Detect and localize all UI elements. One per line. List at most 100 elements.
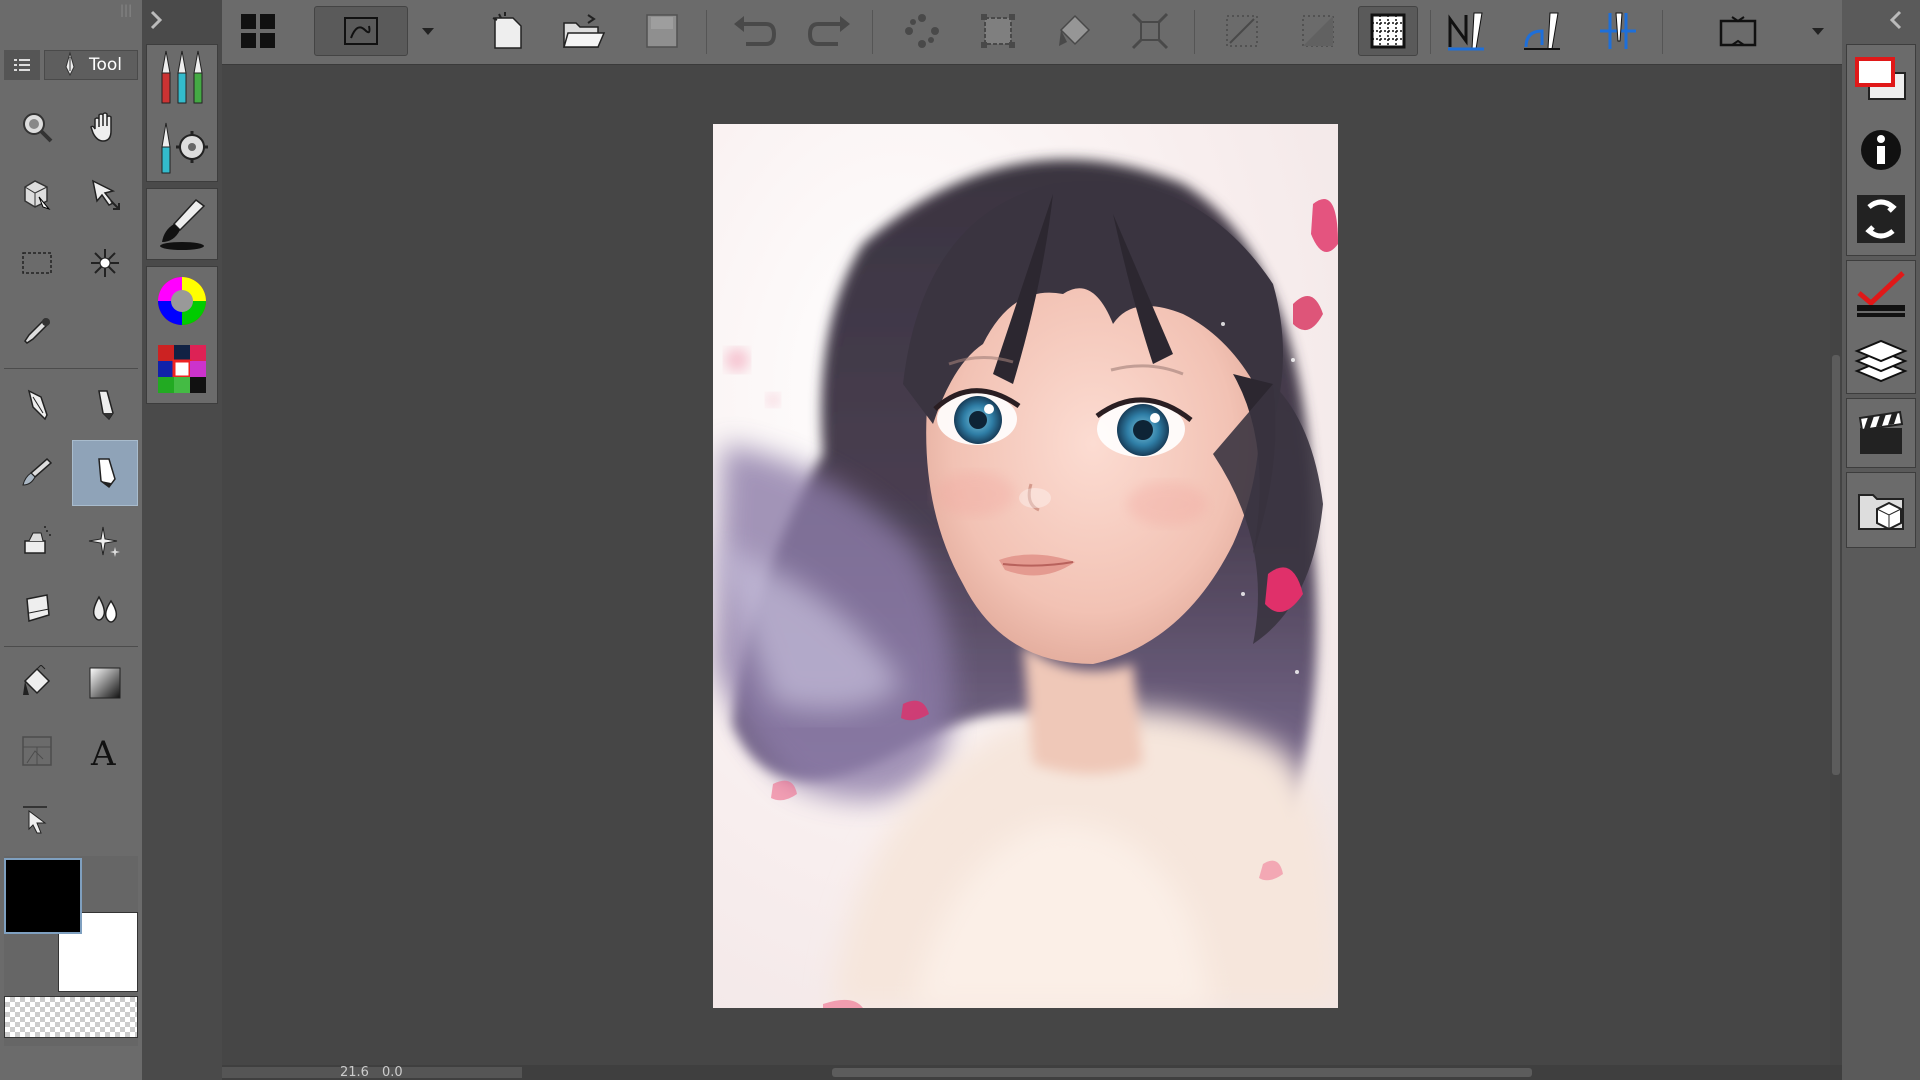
canvas-view-icon: [344, 17, 378, 45]
eyedropper-icon: [24, 317, 51, 344]
horizontal-scrollbar[interactable]: 21.6 0.0: [222, 1065, 1842, 1080]
tool-tab[interactable]: Tool: [44, 50, 138, 80]
save-icon: [646, 14, 678, 48]
animation-panel-button[interactable]: [1846, 398, 1916, 468]
layer-panel-group[interactable]: [1846, 260, 1916, 394]
redo-button[interactable]: [800, 6, 860, 56]
fullscreen-button[interactable]: [1708, 6, 1768, 56]
object-icon: [24, 180, 51, 211]
move-layer-tool[interactable]: [74, 164, 136, 226]
layers-icon: [1854, 339, 1908, 383]
marquee-tool[interactable]: [6, 232, 68, 294]
fit-icon: [1131, 12, 1169, 50]
pens-icon: [161, 50, 203, 104]
expand-left-button[interactable]: [146, 8, 166, 32]
gradient-icon: [89, 667, 121, 699]
diagonal-fill-icon: [1302, 15, 1334, 47]
svg-text:A: A: [90, 734, 116, 769]
caret-down-icon: [422, 28, 434, 35]
auto-select-tool[interactable]: [74, 232, 136, 294]
fill-selection-button[interactable]: [1044, 6, 1104, 56]
hand-tool[interactable]: [74, 96, 136, 158]
eyedropper-tool[interactable]: [6, 300, 68, 362]
fit-selection-button[interactable]: [1120, 6, 1180, 56]
palette-grip[interactable]: |||: [4, 4, 138, 16]
magic-wand-icon: [91, 249, 119, 277]
rotation-readout: 0.0: [382, 1065, 403, 1080]
grid-toggle-button[interactable]: [1358, 6, 1418, 56]
collapse-right-button[interactable]: [1886, 8, 1906, 32]
marker-icon: [98, 458, 116, 489]
snap-to-special-ruler-button[interactable]: [1512, 6, 1572, 56]
gradient-tool[interactable]: [74, 652, 136, 714]
command-bar: [222, 0, 1842, 65]
horizontal-scroll-thumb[interactable]: [832, 1068, 1532, 1077]
pen-tool[interactable]: [6, 374, 68, 436]
snap-to-ruler-button[interactable]: [1436, 6, 1496, 56]
marquee-icon: [22, 252, 52, 274]
bucket-fill-icon: [1059, 14, 1091, 46]
canvas-window-button[interactable]: [314, 6, 408, 56]
object-tool[interactable]: [6, 164, 68, 226]
fullscreen-icon: [1719, 16, 1757, 47]
transparent-color-swatch[interactable]: [4, 996, 138, 1038]
illustration-girl-portrait: [713, 124, 1338, 1008]
cursor-ruler-icon: [23, 806, 47, 834]
open-file-button[interactable]: [554, 6, 614, 56]
brush-size-icon: [160, 198, 206, 250]
new-file-icon: [492, 12, 522, 49]
grid-snap-icon: [1600, 12, 1636, 49]
vertical-scroll-thumb[interactable]: [1832, 355, 1840, 775]
info-icon: [1861, 129, 1901, 170]
tool-menu-button[interactable]: [4, 50, 40, 80]
fill-tool[interactable]: [6, 652, 68, 714]
brush-tool[interactable]: [6, 442, 68, 504]
dots-icon: [905, 14, 939, 48]
material-folder-icon: [1858, 494, 1904, 531]
airbrush-tool[interactable]: [6, 510, 68, 572]
zoom-tool[interactable]: [6, 96, 68, 158]
snap-on-button[interactable]: [1288, 6, 1348, 56]
pencil-icon: [98, 390, 114, 421]
decoration-tool[interactable]: [74, 510, 136, 572]
snap-off-button[interactable]: [1212, 6, 1272, 56]
vertical-scrollbar[interactable]: [1830, 65, 1842, 1065]
snap-to-grid-button[interactable]: [1588, 6, 1648, 56]
transform-selection-button[interactable]: [968, 6, 1028, 56]
marker-tool[interactable]: [72, 440, 138, 506]
main-color-swatch[interactable]: [4, 858, 82, 934]
clapperboard-icon: [1858, 410, 1904, 454]
artwork-canvas[interactable]: [713, 124, 1338, 1008]
zoom-readout: 21.6: [340, 1065, 369, 1080]
sub-tool-palette-button[interactable]: [146, 44, 218, 182]
text-tool[interactable]: A: [74, 720, 136, 782]
color-palette-group[interactable]: [146, 266, 218, 404]
eraser-tool[interactable]: [6, 578, 68, 640]
airbrush-icon: [24, 526, 51, 554]
canvas-dropdown[interactable]: [412, 6, 444, 56]
grid-icon: [1370, 13, 1406, 49]
clear-selection-button[interactable]: [892, 6, 952, 56]
palette-grid-button[interactable]: [228, 6, 288, 56]
operation-tool[interactable]: [6, 788, 68, 850]
pencil-tool[interactable]: [74, 374, 136, 436]
sparkle-icon: [88, 526, 120, 557]
tool-tab-label: Tool: [89, 55, 123, 75]
material-panel-button[interactable]: [1846, 472, 1916, 548]
caret-down-icon: [1812, 28, 1824, 35]
frame-border-tool[interactable]: [6, 720, 68, 782]
separator: [4, 646, 138, 647]
brush-size-button[interactable]: [146, 188, 218, 260]
text-a-icon: A: [90, 734, 116, 769]
paint-bucket-icon: [23, 665, 51, 695]
save-button[interactable]: [632, 6, 692, 56]
special-ruler-icon: [1524, 12, 1560, 50]
new-file-button[interactable]: [478, 6, 538, 56]
blend-tool[interactable]: [74, 578, 136, 640]
frame-icon: [22, 736, 52, 766]
undo-button[interactable]: [724, 6, 784, 56]
chevron-left-icon: [1889, 10, 1902, 30]
command-bar-dropdown[interactable]: [1802, 6, 1834, 56]
eraser-icon: [26, 594, 50, 622]
layer-property-group[interactable]: [1846, 44, 1916, 256]
